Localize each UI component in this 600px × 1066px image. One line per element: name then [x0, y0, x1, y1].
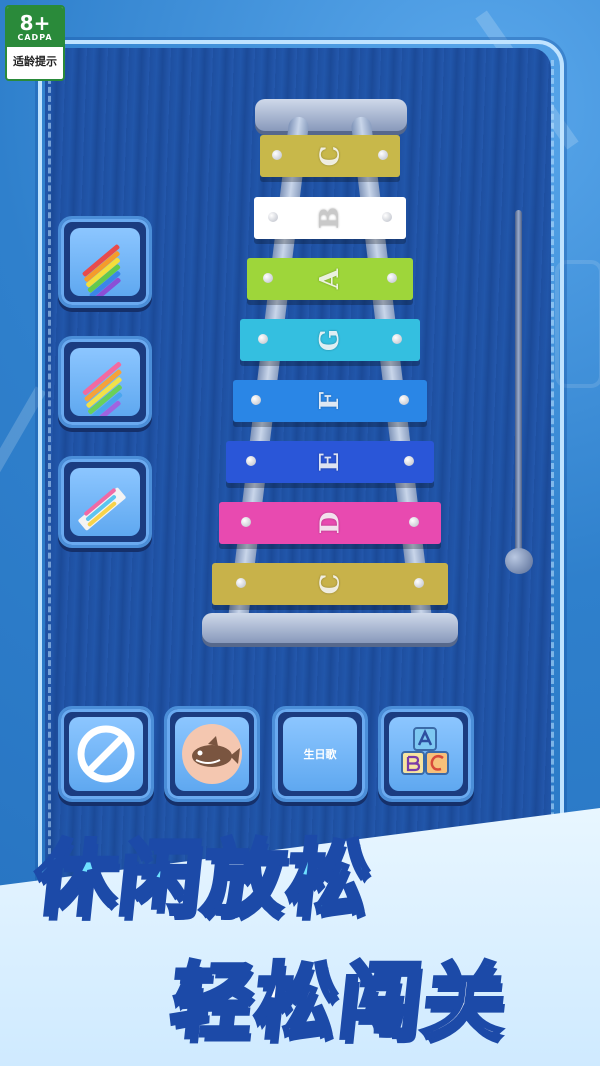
- key-d[interactable]: D: [219, 502, 441, 544]
- age-rating-badge: 8+ CADPA 适龄提示: [5, 5, 65, 81]
- xylophone: C B A G F E D C: [200, 95, 462, 645]
- key-b[interactable]: B: [254, 197, 406, 239]
- instrument-wooden-xylophone-button[interactable]: [58, 336, 152, 428]
- slogan-line-1: 休闲放松: [28, 830, 378, 929]
- xylophone-top-cap: [255, 99, 407, 131]
- xylophone-left-rail: [226, 115, 310, 635]
- rating-org: CADPA: [17, 32, 53, 42]
- baby-shark-song-button[interactable]: [164, 706, 260, 802]
- key-a[interactable]: A: [247, 258, 413, 300]
- abc-song-button[interactable]: [378, 706, 474, 802]
- mallet-head[interactable]: [505, 548, 533, 574]
- key-g[interactable]: G: [240, 319, 420, 361]
- birthday-song-label: 生日歌: [303, 748, 337, 761]
- no-symbol-icon: [77, 725, 135, 783]
- xylophone-bottom-cap: [202, 613, 458, 643]
- key-c-low[interactable]: C: [212, 563, 448, 605]
- key-e[interactable]: E: [226, 441, 434, 483]
- mallet-stick[interactable]: [515, 210, 522, 555]
- age-rating: 8+: [19, 10, 51, 35]
- key-f[interactable]: F: [233, 380, 427, 422]
- slogan-line-2: 轻松闯关: [164, 953, 514, 1052]
- xylophone-right-rail: [350, 115, 434, 635]
- instrument-toy-xylophone-button[interactable]: [58, 456, 152, 548]
- birthday-song-button[interactable]: 生日歌: [272, 706, 368, 802]
- age-tip: 适龄提示: [13, 55, 57, 68]
- key-c-high[interactable]: C: [260, 135, 400, 177]
- abc-blocks-icon: [401, 727, 449, 775]
- baby-shark-icon: [182, 724, 242, 784]
- instrument-rainbow-xylophone-button[interactable]: [58, 216, 152, 308]
- stop-button[interactable]: [58, 706, 154, 802]
